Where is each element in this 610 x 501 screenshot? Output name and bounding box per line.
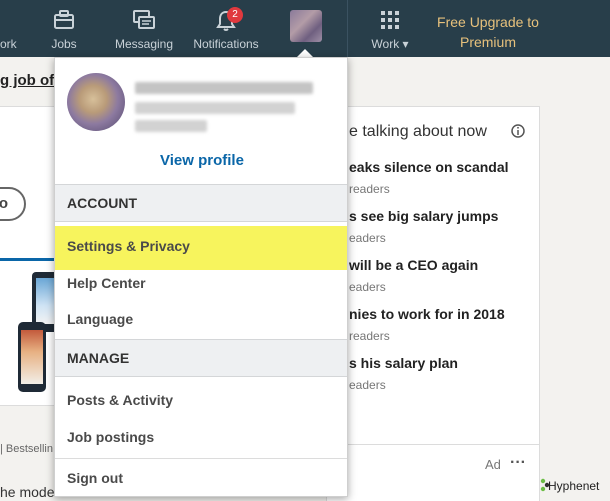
phone-screen	[21, 330, 43, 384]
nav-label-messaging: Messaging	[114, 37, 174, 51]
news-story-readers: readers	[349, 329, 390, 343]
profile-headline-blurred	[135, 120, 207, 132]
notification-count-badge: 2	[227, 7, 243, 23]
account-section-header: ACCOUNT	[55, 184, 347, 222]
profile-avatar[interactable]	[67, 73, 125, 131]
nav-item-messaging[interactable]: Messaging	[112, 0, 176, 57]
nav-divider	[347, 0, 348, 57]
profile-name-blurred	[135, 82, 313, 94]
info-icon[interactable]	[511, 124, 525, 138]
nav-item-my-network[interactable]: ork	[0, 0, 22, 57]
nav-item-work[interactable]: Work ▾	[364, 0, 416, 57]
nav-item-notifications[interactable]: Notifications	[190, 0, 262, 57]
profile-headline-blurred	[135, 102, 295, 114]
news-story-readers: eaders	[349, 378, 386, 392]
news-story-title[interactable]: s see big salary jumps	[349, 208, 498, 224]
nav-label-jobs: Jobs	[51, 37, 77, 51]
bg-bestselling-text: | Bestsellin	[0, 443, 53, 455]
news-story-title[interactable]: nies to work for in 2018	[349, 306, 505, 322]
news-story-readers: eaders	[349, 280, 386, 294]
nav-item-jobs[interactable]: Jobs	[42, 0, 86, 57]
more-options-icon[interactable]: ···	[510, 454, 526, 472]
news-heading: e talking about now	[349, 123, 487, 140]
menu-item-sign-out[interactable]: Sign out	[55, 460, 347, 496]
bg-pill-button-label: o	[0, 195, 8, 212]
menu-item-language[interactable]: Language	[55, 301, 347, 337]
view-profile-link[interactable]: View profile	[55, 152, 349, 169]
manage-section-header: MANAGE	[55, 339, 347, 377]
free-upgrade-premium-link[interactable]: Free Upgrade to Premium	[430, 12, 546, 52]
grid-icon	[381, 11, 399, 29]
bg-divider-blue	[0, 258, 56, 261]
bg-headline: g job of	[0, 72, 55, 89]
menu-item-posts-activity[interactable]: Posts & Activity	[55, 382, 347, 418]
news-story-title[interactable]: eaks silence on scandal	[349, 159, 509, 175]
messaging-icon	[133, 10, 155, 29]
me-avatar[interactable]	[290, 10, 322, 42]
nav-label-network: ork	[0, 37, 17, 51]
nav-label-notifications: Notifications	[193, 37, 259, 51]
nav-label-work: Work ▾	[371, 37, 409, 51]
menu-divider	[55, 458, 347, 459]
news-story-title[interactable]: s his salary plan	[349, 355, 458, 371]
news-story-readers: readers	[349, 182, 390, 196]
ad-card: Ad ···	[326, 444, 540, 501]
me-dropdown-menu: View profile ACCOUNT Settings & Privacy …	[54, 57, 348, 497]
menu-item-settings-privacy[interactable]: Settings & Privacy	[55, 226, 347, 270]
news-card: e talking about now eaks silence on scan…	[326, 106, 540, 462]
bg-device-illustration	[18, 272, 62, 394]
briefcase-icon	[54, 10, 74, 29]
hyphenet-text: Hyphenet	[548, 479, 600, 493]
news-story-title[interactable]: will be a CEO again	[349, 257, 478, 273]
menu-item-help-center[interactable]: Help Center	[55, 265, 347, 301]
ad-label: Ad	[485, 457, 501, 472]
menu-item-job-postings[interactable]: Job postings	[55, 419, 347, 455]
bg-bottom-text: he mode	[0, 484, 55, 500]
news-story-readers: eaders	[349, 231, 386, 245]
